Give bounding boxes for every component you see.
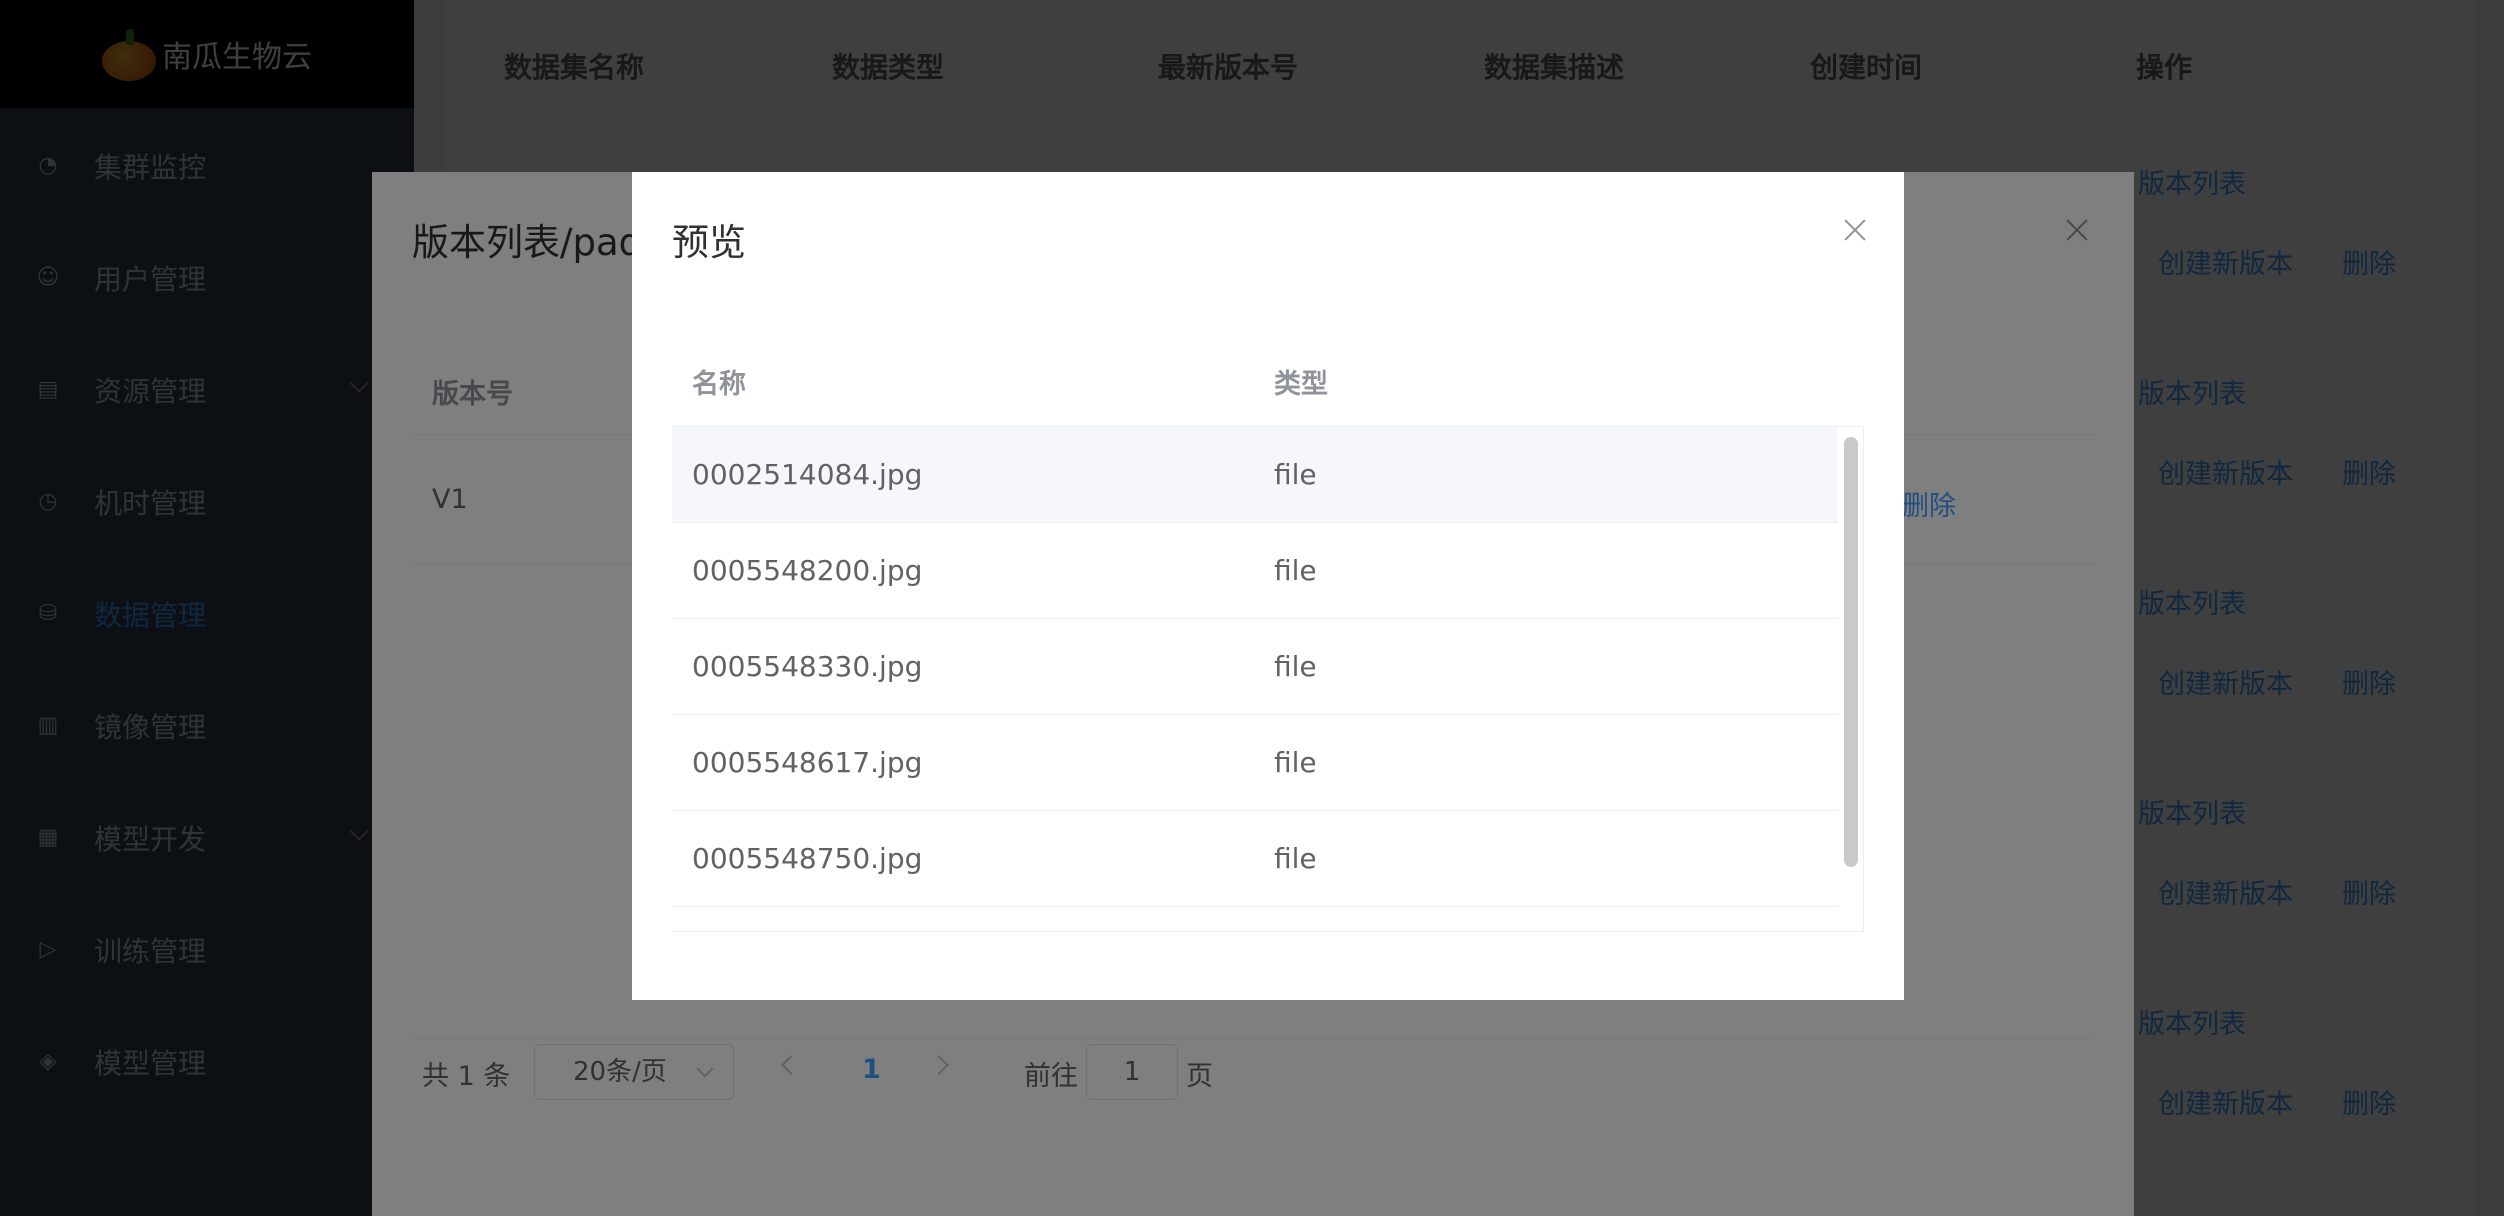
file-type-cell: file [1274,554,1317,587]
file-name-cell: 0005548330.jpg [692,650,923,683]
file-type-cell: file [1274,458,1317,491]
file-name-cell: 0005548617.jpg [692,746,923,779]
table-scrollbar[interactable] [1844,437,1858,867]
file-name-cell: 0002514084.jpg [692,458,923,491]
file-type-cell: file [1274,746,1317,779]
file-name-cell: 0005548200.jpg [692,554,923,587]
close-icon[interactable] [1840,216,1868,244]
preview-table: 名称 类型 0002514084.jpg file 0005548200.jpg… [672,332,1864,1112]
file-type-cell: file [1274,650,1317,683]
table-row[interactable]: 0005548200.jpg file [672,523,1838,619]
file-name-cell: 0005548750.jpg [692,842,923,875]
table-row[interactable]: 0002514084.jpg file [672,427,1838,523]
file-type-cell: file [1274,842,1317,875]
table-row[interactable]: 0005548617.jpg file [672,715,1838,811]
preview-table-body[interactable]: 0002514084.jpg file 0005548200.jpg file … [672,427,1864,932]
table-row[interactable]: 0005548330.jpg file [672,619,1838,715]
table-row[interactable]: 0005548750.jpg file [672,811,1838,907]
column-header-type: 类型 [1274,369,1328,400]
dialog-title: 预览 [672,221,746,264]
column-header-name: 名称 [692,369,746,400]
preview-dialog: 预览 名称 类型 0002514084.jpg file 0005548200.… [632,172,1904,1000]
